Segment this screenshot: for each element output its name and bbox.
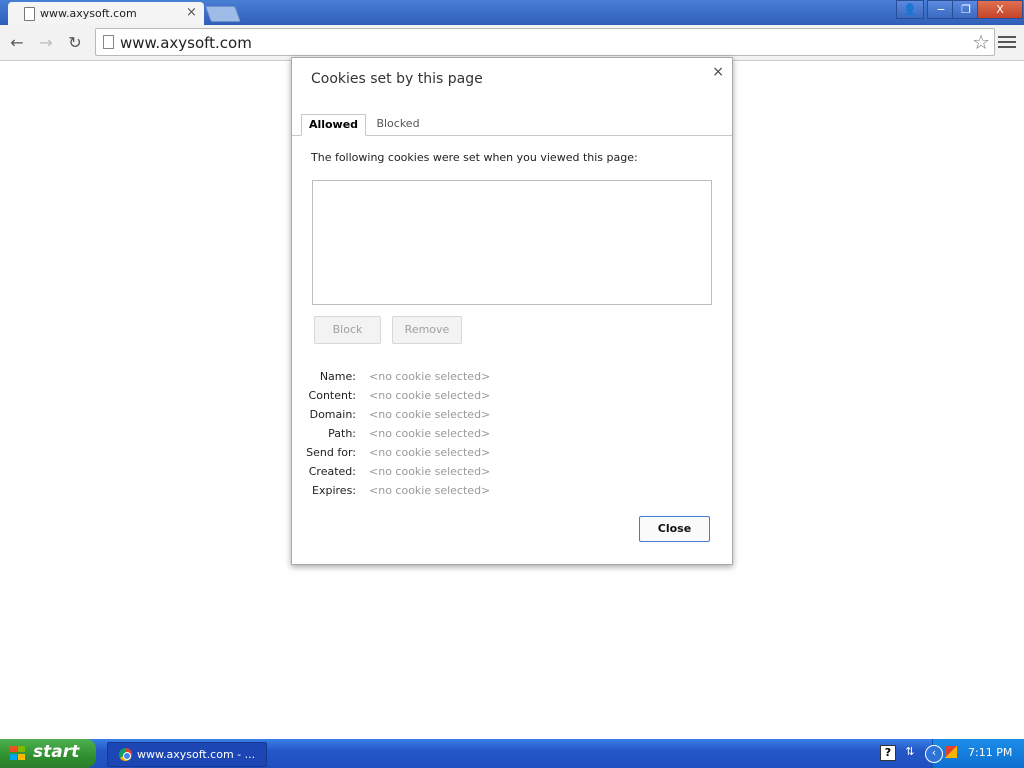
forward-button[interactable]: →: [36, 33, 56, 53]
detail-label: Content:: [308, 389, 356, 402]
taskbar: start www.axysoft.com - ... ? ⇅ ‹ 7:11 P…: [0, 739, 1024, 768]
detail-row-send-for: Send for: <no cookie selected>: [292, 446, 732, 465]
detail-row-content: Content: <no cookie selected>: [292, 389, 732, 408]
tab-blocked[interactable]: Blocked: [370, 114, 426, 134]
browser-toolbar: ← → ↻ www.axysoft.com ☆: [0, 25, 1024, 61]
tab-allowed[interactable]: Allowed: [301, 114, 366, 136]
detail-value: <no cookie selected>: [369, 370, 491, 383]
taskbar-item-chrome[interactable]: www.axysoft.com - ...: [107, 742, 267, 767]
tray-app-icon[interactable]: [945, 746, 957, 758]
reload-button[interactable]: ↻: [65, 33, 85, 53]
start-button[interactable]: start: [0, 739, 96, 768]
detail-label: Path:: [328, 427, 356, 440]
windows-logo-icon: [10, 746, 26, 761]
detail-value: <no cookie selected>: [369, 465, 491, 478]
help-icon[interactable]: ?: [880, 745, 896, 761]
address-bar[interactable]: www.axysoft.com ☆: [95, 28, 995, 56]
minimize-button[interactable]: −: [927, 0, 955, 19]
tray-arrow-icon[interactable]: ‹: [925, 745, 943, 763]
browser-tab[interactable]: www.axysoft.com ×: [8, 2, 204, 25]
back-button[interactable]: ←: [7, 33, 27, 53]
detail-label: Created:: [308, 465, 356, 478]
remove-button[interactable]: Remove: [392, 316, 462, 344]
detail-value: <no cookie selected>: [369, 427, 491, 440]
url-text[interactable]: www.axysoft.com: [120, 34, 252, 52]
detail-label: Expires:: [312, 484, 356, 497]
dialog-title: Cookies set by this page: [311, 71, 483, 87]
restore-button[interactable]: ❐: [952, 0, 980, 19]
detail-value: <no cookie selected>: [369, 389, 491, 402]
clock: 7:11 PM: [968, 746, 1013, 759]
page-icon: [24, 7, 35, 21]
detail-row-created: Created: <no cookie selected>: [292, 465, 732, 484]
profile-button[interactable]: 👤: [896, 0, 924, 19]
detail-value: <no cookie selected>: [369, 408, 491, 421]
detail-row-domain: Domain: <no cookie selected>: [292, 408, 732, 427]
dialog-tabs: Allowed Blocked: [292, 114, 732, 136]
start-label: start: [33, 742, 80, 762]
detail-row-expires: Expires: <no cookie selected>: [292, 484, 732, 503]
window-close-button[interactable]: X: [977, 0, 1023, 19]
chrome-icon: [119, 748, 132, 761]
menu-icon[interactable]: [998, 33, 1016, 51]
taskbar-item-label: www.axysoft.com - ...: [137, 748, 256, 761]
page-icon: [103, 35, 114, 49]
network-icon[interactable]: ⇅: [903, 745, 917, 759]
tab-close-icon[interactable]: ×: [186, 5, 197, 20]
detail-label: Domain:: [309, 408, 356, 421]
bookmark-star-icon[interactable]: ☆: [972, 30, 990, 54]
dialog-close-icon[interactable]: ×: [712, 64, 724, 80]
detail-row-path: Path: <no cookie selected>: [292, 427, 732, 446]
detail-value: <no cookie selected>: [369, 484, 491, 497]
cookie-list[interactable]: [312, 180, 712, 305]
detail-label: Send for:: [306, 446, 356, 459]
system-tray: ‹ 7:11 PM: [925, 739, 1024, 768]
detail-row-name: Name: <no cookie selected>: [292, 370, 732, 389]
detail-label: Name:: [319, 370, 356, 383]
dialog-description: The following cookies were set when you …: [311, 151, 638, 164]
close-button[interactable]: Close: [639, 516, 710, 542]
new-tab-button[interactable]: [205, 6, 241, 22]
block-button[interactable]: Block: [314, 316, 381, 344]
tab-strip: www.axysoft.com × 👤 − ❐ X: [0, 0, 1024, 25]
cookies-dialog: Cookies set by this page × Allowed Block…: [291, 57, 733, 565]
tab-title: www.axysoft.com: [40, 7, 137, 20]
detail-value: <no cookie selected>: [369, 446, 491, 459]
